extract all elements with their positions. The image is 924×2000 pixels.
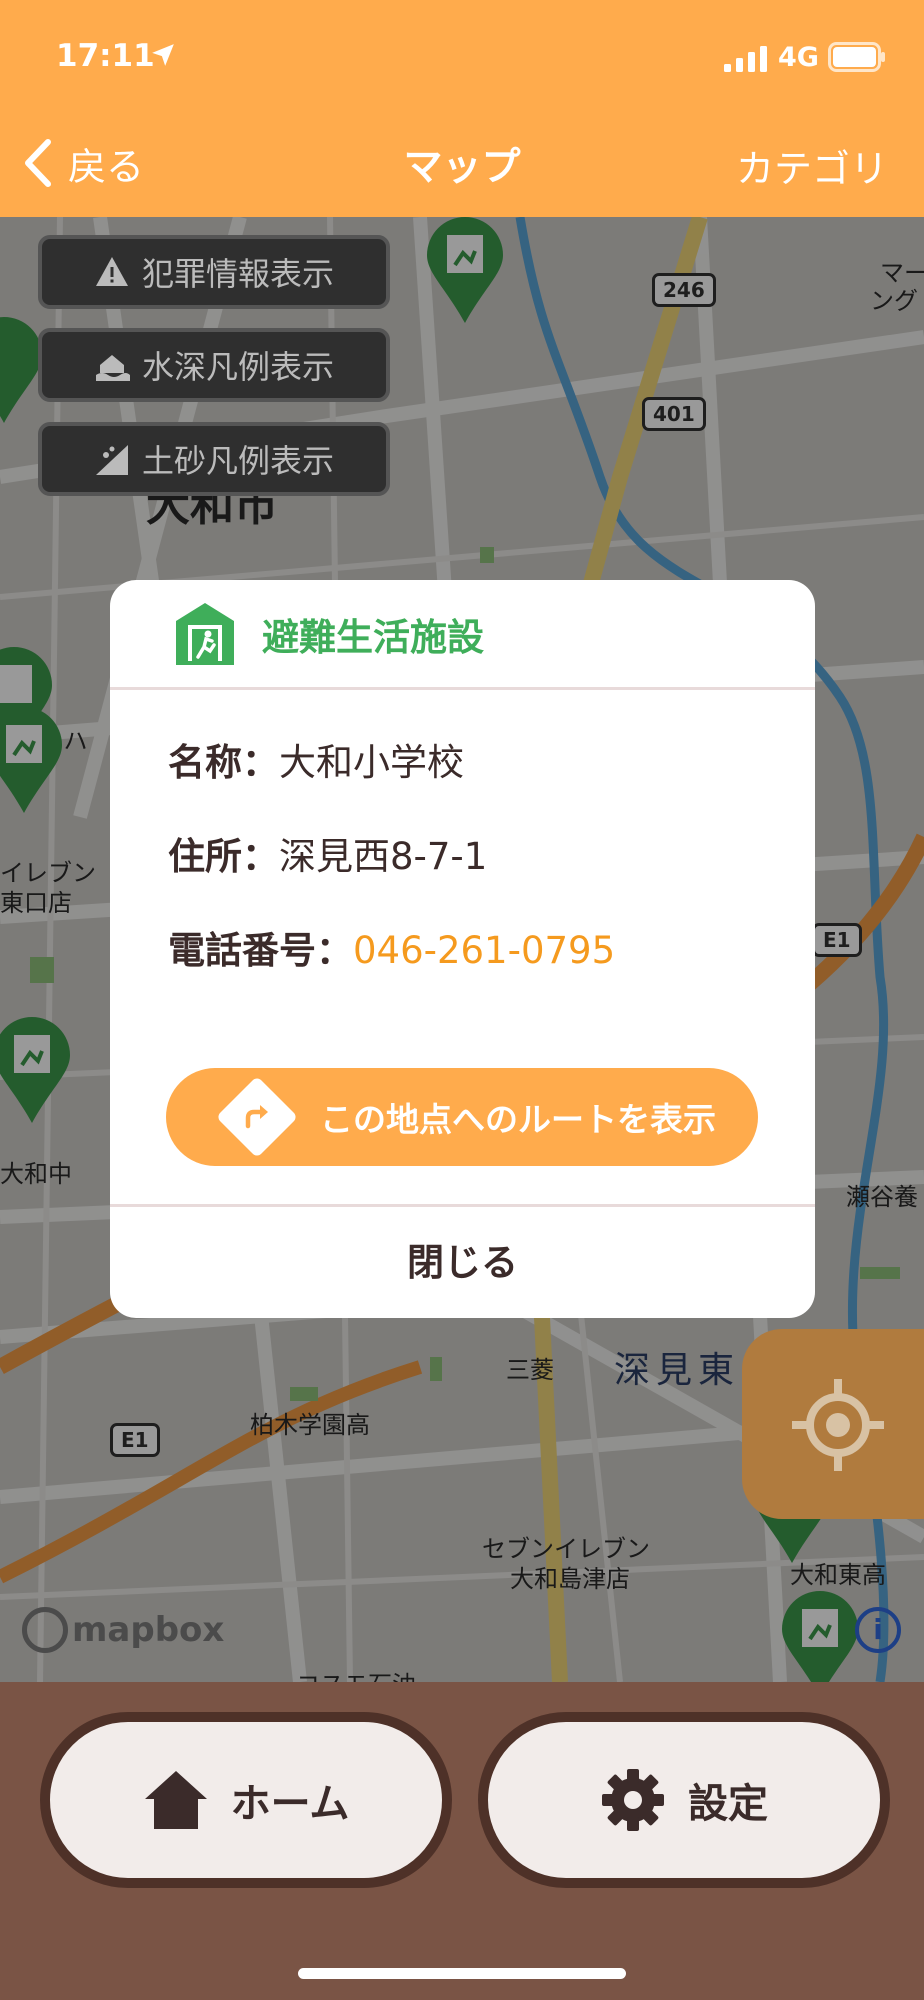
water-depth-legend-button[interactable]: 水深凡例表示 — [38, 328, 390, 402]
info-icon[interactable]: i — [855, 1607, 901, 1653]
warning-icon — [95, 257, 128, 286]
facility-phone-row: 電話番号：046-261-0795 — [168, 920, 615, 974]
facility-detail-dialog: 避難生活施設 名称：大和小学校 住所：深見西8-7-1 電話番号：046-261… — [110, 580, 815, 1318]
home-button[interactable]: ホーム — [40, 1712, 452, 1888]
facility-address-row: 住所：深見西8-7-1 — [168, 826, 487, 880]
location-arrow-icon — [152, 44, 174, 66]
show-route-button[interactable]: この地点へのルートを表示 — [166, 1068, 758, 1166]
mapbox-ring-icon — [22, 1607, 68, 1653]
directions-icon — [215, 1075, 299, 1159]
status-time: 17:11 — [56, 38, 155, 74]
mapbox-logo[interactable]: mapbox — [22, 1607, 224, 1653]
settings-label: 設定 — [688, 1781, 768, 1827]
landslide-icon — [95, 445, 128, 475]
water-depth-label: 水深凡例表示 — [141, 348, 334, 386]
name-value: 大和小学校 — [279, 741, 464, 784]
crime-info-label: 犯罪情報表示 — [141, 255, 334, 293]
crime-info-button[interactable]: 犯罪情報表示 — [38, 235, 390, 309]
evacuation-shelter-icon — [176, 602, 234, 665]
home-indicator[interactable] — [298, 1968, 626, 1979]
dialog-header: 避難生活施設 — [110, 580, 815, 690]
signal-icon — [724, 46, 767, 72]
gear-icon — [602, 1769, 664, 1831]
dialog-title: 避難生活施設 — [262, 615, 484, 659]
address-label: 住所： — [168, 835, 279, 878]
network-type: 4G — [778, 42, 819, 73]
top-bar: 17:11 4G 戻る マップ カテゴリ — [0, 0, 924, 217]
mapbox-label: mapbox — [72, 1610, 225, 1650]
bottom-navigation: ホーム 設定 — [0, 1682, 924, 2000]
battery-icon — [828, 42, 885, 72]
crosshair-icon — [792, 1379, 884, 1471]
close-button[interactable]: 閉じる — [110, 1207, 815, 1318]
facility-name-row: 名称：大和小学校 — [168, 732, 464, 786]
show-route-label: この地点へのルートを表示 — [320, 1100, 716, 1139]
settings-button[interactable]: 設定 — [478, 1712, 890, 1888]
name-label: 名称： — [168, 741, 279, 784]
phone-link[interactable]: 046-261-0795 — [353, 929, 615, 972]
phone-label: 電話番号： — [168, 929, 353, 972]
home-label: ホーム — [230, 1781, 350, 1827]
category-button[interactable]: カテゴリ — [736, 138, 888, 193]
flood-icon — [95, 355, 130, 381]
home-icon — [144, 1771, 207, 1829]
landslide-label: 土砂凡例表示 — [141, 442, 334, 480]
current-location-button[interactable] — [742, 1329, 924, 1519]
address-value: 深見西8-7-1 — [279, 835, 488, 878]
landslide-legend-button[interactable]: 土砂凡例表示 — [38, 422, 390, 496]
